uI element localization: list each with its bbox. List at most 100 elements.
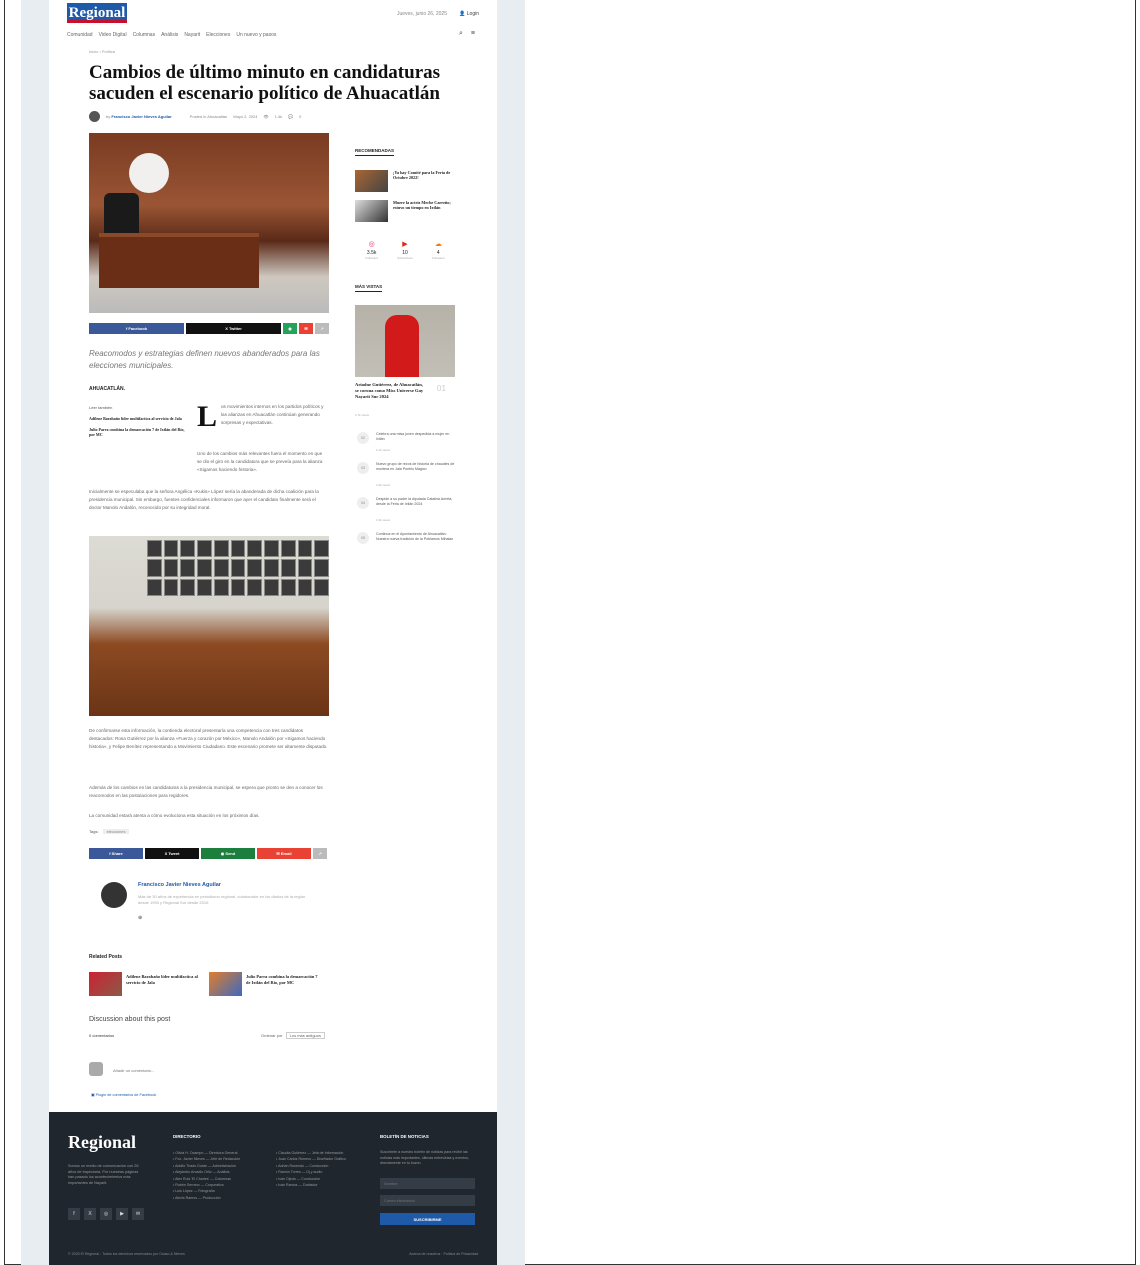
nav-item-analisis[interactable]: Análisis: [161, 32, 178, 38]
article-date: Mayo 2, 2024: [233, 113, 258, 119]
sort-select[interactable]: Los más antiguos: [285, 1032, 325, 1039]
author-avatar: [89, 110, 100, 122]
nav-tools: ⌕ ≡: [459, 30, 475, 38]
share-twitter-label: Twitter: [228, 326, 242, 331]
share-facebook-button[interactable]: f Facebook: [89, 323, 184, 334]
user-icon: 👤: [459, 11, 466, 17]
most-viewed-item-title: Nuevo grupo de rezos de historia de chau…: [376, 462, 455, 471]
tags-label: Tags:: [89, 829, 99, 834]
more-share-icon[interactable]: ↗: [315, 323, 329, 334]
instagram-icon[interactable]: ◎: [100, 1208, 112, 1220]
author-link[interactable]: Francisco Javier Nieves Aguilar: [111, 114, 171, 119]
site-logo[interactable]: Regional: [67, 3, 127, 23]
recommended-item[interactable]: Muere la actriz Meche Carreño; estuvo un…: [355, 200, 455, 222]
email-icon[interactable]: ✉: [299, 323, 313, 334]
share-facebook-button[interactable]: f Share: [89, 848, 143, 859]
most-viewed-item[interactable]: 03 Nuevo grupo de rezos de historia de c…: [357, 462, 457, 490]
whatsapp-icon[interactable]: ◉: [283, 323, 297, 334]
share-bar-bottom: f Share X Tweet ◉ Send ✉ Email ↗: [89, 848, 329, 859]
nav-item-columnas[interactable]: Columnas: [133, 32, 156, 38]
article-paragraph: Inicialmente se especulaba que la señora…: [89, 489, 319, 510]
nav-item-comunidad[interactable]: Comunidad: [67, 32, 93, 38]
read-also-label: Leer también: [89, 405, 113, 410]
nav-item-nuevo[interactable]: Un nuevo y pasos: [236, 32, 276, 38]
top-bar: Regional Jueves, junio 26, 2025 👤 Login: [67, 3, 479, 25]
main-nav: Comunidad Video Digital Columnas Análisi…: [67, 29, 479, 41]
newsletter-email-input[interactable]: [380, 1195, 475, 1206]
email-button[interactable]: ✉ Email: [257, 848, 311, 859]
article-place: AHUACATLÁN.: [89, 386, 126, 392]
tweet-button[interactable]: X Tweet: [145, 848, 199, 859]
most-viewed-image[interactable]: [355, 305, 455, 377]
comment-input[interactable]: [113, 1065, 313, 1075]
related-post[interactable]: Adilene Barabaño líder multifactica al s…: [89, 972, 199, 996]
youtube-label: Subscribers: [397, 256, 413, 260]
email-icon[interactable]: ✉: [132, 1208, 144, 1220]
share-label: Share: [111, 851, 123, 856]
soundcloud-counter[interactable]: ☁ 4 Followers: [423, 240, 453, 266]
most-viewed-meta: 2.7k views: [355, 413, 370, 417]
tag-pill[interactable]: elecciones: [102, 829, 130, 834]
related-post[interactable]: Julio Parra combina la demarcación 7 de …: [209, 972, 319, 996]
rank-badge: 05: [357, 532, 369, 544]
most-viewed-item[interactable]: 04 Despide a su padre la diputada Catali…: [357, 497, 457, 525]
discussion-heading: Discussion about this post: [89, 1016, 171, 1023]
featured-image: [89, 133, 329, 313]
directory-heading: DIRECTORIO: [173, 1134, 201, 1139]
related-title: Julio Parra combina la demarcación 7 de …: [246, 974, 318, 985]
instagram-counter[interactable]: ◎ 3.5k Followers: [357, 240, 387, 266]
nav-item-video[interactable]: Video Digital: [99, 32, 127, 38]
footer-social: f X ◎ ▶ ✉: [68, 1208, 144, 1220]
globe-icon[interactable]: ⊕: [138, 915, 142, 921]
author-name[interactable]: Francisco Javier Nieves Aguilar: [138, 882, 221, 888]
facebook-icon[interactable]: f: [68, 1208, 80, 1220]
nav-item-nayarit[interactable]: Nayarit: [184, 32, 200, 38]
newsletter-name-input[interactable]: [380, 1178, 475, 1189]
youtube-counter[interactable]: ▶ 10 Subscribers: [390, 240, 420, 266]
menu-icon[interactable]: ≡: [471, 30, 475, 38]
send-label: Send: [225, 851, 236, 856]
search-icon[interactable]: ⌕: [459, 30, 463, 38]
most-viewed-item[interactable]: 05 Continúa en el Ayuntamiento de Ahuaca…: [357, 532, 457, 560]
directory-list-2: Claudia Gutiérrez — Jefa de Información …: [276, 1150, 372, 1188]
comments-count[interactable]: 0: [299, 114, 301, 119]
more-share-icon[interactable]: ↗: [313, 848, 327, 859]
subscribe-button[interactable]: SUSCRIBIRME: [380, 1213, 475, 1225]
tweet-label: Tweet: [168, 851, 180, 856]
breadcrumb[interactable]: Inicio › Política: [89, 49, 115, 54]
footer-bottom: © 2025 El Regional - Todos los derechos …: [68, 1252, 478, 1256]
article-paragraph: os movimientos internos en los partidos …: [221, 404, 324, 425]
youtube-icon[interactable]: ▶: [116, 1208, 128, 1220]
nav-item-elecciones[interactable]: Elecciones: [206, 32, 230, 38]
posted-in[interactable]: Posted in Ahuacatlán: [190, 114, 228, 119]
directory-item: Iván Ramos — Doblador: [276, 1182, 372, 1188]
tags-row: Tags: elecciones: [89, 829, 130, 834]
send-button[interactable]: ◉ Send: [201, 848, 255, 859]
rank-badge: 02: [357, 432, 369, 444]
read-also-item[interactable]: Julio Parra combina la demarcación 7 de …: [89, 427, 185, 437]
facebook-plugin-link[interactable]: ▣ Plugin de comentarios de Facebook: [91, 1092, 156, 1097]
current-date: Jueves, junio 26, 2025: [396, 11, 447, 17]
most-viewed-heading: MÁS VISTAS: [355, 284, 383, 292]
sort-label: Ordenar por: [260, 1033, 283, 1038]
most-viewed-item[interactable]: 02 Celebra una misa joven despedida a mu…: [357, 432, 457, 460]
related-thumb: [209, 972, 242, 996]
recommended-thumb: [355, 200, 388, 222]
recommended-item[interactable]: ¡Ya hay Comité para la Feria de Octubre …: [355, 170, 455, 192]
comment-composer: [89, 1062, 329, 1078]
rank-badge: 03: [357, 462, 369, 474]
rank-number: 01: [437, 384, 446, 393]
footer-links[interactable]: Acerca de nosotros · Política de Privaci…: [409, 1252, 478, 1256]
most-viewed-title[interactable]: Ariadne Gutiérrez, de Ahuacatlán, se cor…: [355, 382, 425, 400]
share-twitter-button[interactable]: X Twitter: [186, 323, 281, 334]
read-also-item[interactable]: Adilene Barabaño líder multifactica al s…: [89, 416, 185, 421]
youtube-icon: ▶: [402, 241, 408, 248]
most-viewed-item-meta: 1.6k views: [376, 518, 391, 522]
login-link[interactable]: 👤 Login: [459, 11, 479, 17]
views-icon: 👁: [263, 113, 269, 119]
footer-logo[interactable]: Regional: [68, 1132, 136, 1153]
plugin-label: Plugin de comentarios de Facebook: [95, 1093, 157, 1097]
orchid-shape: [129, 153, 169, 193]
x-icon[interactable]: X: [84, 1208, 96, 1220]
comment-count: 0 comentarios: [89, 1033, 115, 1038]
